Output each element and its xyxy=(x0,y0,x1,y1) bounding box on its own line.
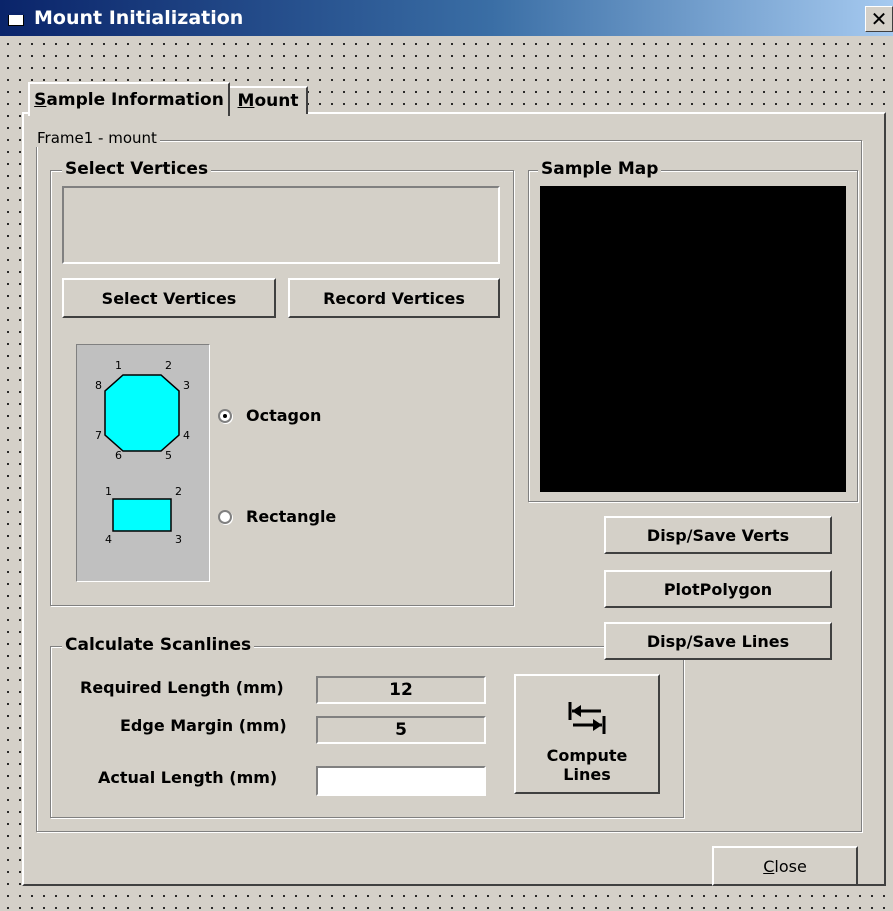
required-length-value: 12 xyxy=(389,680,413,700)
required-length-label: Required Length (mm) xyxy=(80,678,284,697)
rectangle-shape xyxy=(112,498,172,532)
octagon-number-5: 5 xyxy=(165,449,172,462)
octagon-number-4: 4 xyxy=(183,429,190,442)
edge-margin-value: 5 xyxy=(395,720,407,740)
plot-polygon-button[interactable]: PlotPolygon xyxy=(604,570,832,608)
title-bar: Mount Initialization ✕ xyxy=(0,0,893,36)
tab-sample-information[interactable]: Sample Information xyxy=(28,82,230,116)
tab-mount-accesskey: M xyxy=(237,91,255,111)
disp-save-verts-button[interactable]: Disp/Save Verts xyxy=(604,516,832,554)
actual-length-label: Actual Length (mm) xyxy=(98,768,278,787)
rectangle-radio[interactable] xyxy=(218,510,232,524)
frame1-label: Frame1 - mount xyxy=(34,129,160,147)
shape-diagram: 1 2 3 4 5 6 7 8 1 2 3 4 xyxy=(76,344,210,582)
sample-map-canvas[interactable] xyxy=(540,186,846,492)
octagon-radio-label[interactable]: Octagon xyxy=(246,406,321,425)
compute-lines-label-2: Lines xyxy=(563,765,611,784)
vertices-text-field[interactable] xyxy=(62,186,500,264)
rectangle-number-1: 1 xyxy=(105,485,112,498)
select-vertices-label: Select Vertices xyxy=(62,159,212,179)
close-button[interactable]: Close xyxy=(712,846,858,886)
octagon-radio-dot xyxy=(223,414,227,418)
octagon-number-2: 2 xyxy=(165,359,172,372)
octagon-number-3: 3 xyxy=(183,379,190,392)
octagon-shape xyxy=(104,374,180,452)
compute-lines-icon xyxy=(568,702,606,734)
rectangle-radio-label[interactable]: Rectangle xyxy=(246,507,336,526)
tab-sample-information-label: ample Information xyxy=(46,90,224,110)
required-length-field[interactable]: 12 xyxy=(316,676,486,704)
disp-save-lines-button[interactable]: Disp/Save Lines xyxy=(604,622,832,660)
edge-margin-label: Edge Margin (mm) xyxy=(120,716,287,735)
compute-lines-label-1: Compute xyxy=(546,746,628,765)
tab-sample-information-accesskey: S xyxy=(34,90,47,110)
close-button-accesskey: C xyxy=(763,856,775,876)
actual-length-field[interactable] xyxy=(316,766,486,796)
rectangle-number-4: 4 xyxy=(105,533,112,546)
edge-margin-field[interactable]: 5 xyxy=(316,716,486,744)
sample-map-label: Sample Map xyxy=(538,159,662,179)
window-icon xyxy=(8,10,26,26)
rectangle-number-3: 3 xyxy=(175,533,182,546)
tab-mount[interactable]: Mount xyxy=(228,86,308,114)
octagon-number-6: 6 xyxy=(115,449,122,462)
octagon-number-7: 7 xyxy=(95,429,102,442)
close-window-icon[interactable]: ✕ xyxy=(865,6,893,32)
tab-mount-label: ount xyxy=(254,91,299,111)
vertices-text-value xyxy=(64,188,498,262)
record-vertices-button[interactable]: Record Vertices xyxy=(288,278,500,318)
octagon-radio[interactable] xyxy=(218,409,232,423)
rectangle-number-2: 2 xyxy=(175,485,182,498)
calculate-scanlines-label: Calculate Scanlines xyxy=(62,635,255,655)
compute-lines-button[interactable]: Compute Lines xyxy=(514,674,660,794)
window-title: Mount Initialization xyxy=(34,7,244,29)
actual-length-value xyxy=(318,768,484,794)
close-button-label: lose xyxy=(774,856,807,876)
octagon-number-1: 1 xyxy=(115,359,122,372)
octagon-number-8: 8 xyxy=(95,379,102,392)
select-vertices-button[interactable]: Select Vertices xyxy=(62,278,276,318)
